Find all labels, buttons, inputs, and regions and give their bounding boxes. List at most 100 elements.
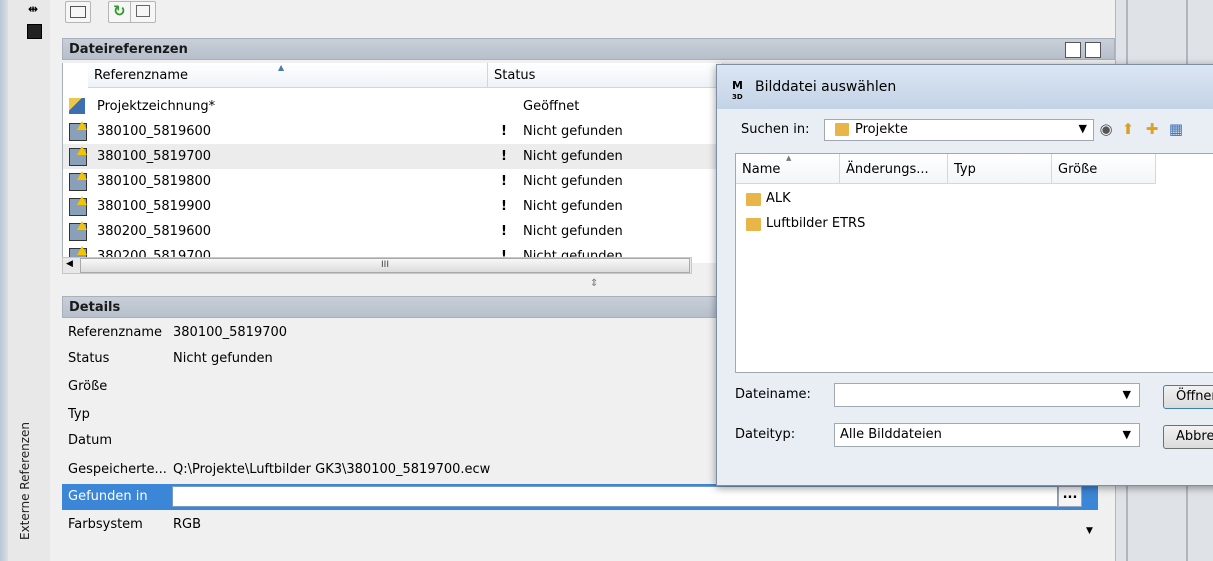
list-item[interactable]: 380100_5819900 ! Nicht gefunden <box>63 194 723 219</box>
folder-icon <box>746 193 761 206</box>
folder-icon <box>835 123 849 136</box>
detail-label: Referenzname <box>68 325 163 340</box>
splitter-handle-icon[interactable]: ⇕ <box>590 278 598 289</box>
back-icon[interactable]: ◉ <box>1097 120 1115 138</box>
column-label: Name <box>742 162 781 177</box>
list-item[interactable]: Projektzeichnung* Geöffnet <box>63 94 723 119</box>
view-menu-icon[interactable]: ▦ <box>1167 120 1185 138</box>
detail-value: Nicht gefunden <box>173 351 273 366</box>
scroll-grip: III <box>381 260 389 270</box>
column-header-name[interactable]: Name ▲ <box>736 154 840 184</box>
browse-button[interactable]: ... <box>1058 486 1082 507</box>
dropdown-arrow-icon[interactable]: ▼ <box>1086 518 1093 544</box>
cancel-button[interactable]: Abbrechen <box>1163 425 1213 449</box>
reference-name: 380200_5819600 <box>97 224 212 239</box>
dialog-titlebar[interactable]: M 3D Bilddatei auswählen <box>717 65 1213 109</box>
filetype-value: Alle Bilddateien <box>840 427 942 442</box>
reference-name: 380100_5819700 <box>97 149 212 164</box>
folder-name: Luftbilder ETRS <box>766 216 866 231</box>
reference-name: Projektzeichnung* <box>97 99 216 114</box>
dropdown-arrow-icon: ▼ <box>1122 388 1131 401</box>
palette-edge <box>0 0 8 561</box>
file-references-title: Dateireferenzen <box>69 42 188 57</box>
dialog-title: Bilddatei auswählen <box>755 79 897 95</box>
status-flag: ! <box>501 224 507 239</box>
reference-status: Nicht gefunden <box>523 174 623 189</box>
detail-label: Typ <box>68 407 90 422</box>
image-warning-icon <box>69 121 87 141</box>
column-label: Änderungs... <box>846 162 929 177</box>
palette-title-strip: ⇹ Externe Referenzen <box>0 0 51 561</box>
file-references-list: Referenzname ▲ Status Projektzeichnung* … <box>62 63 723 263</box>
file-list[interactable]: Name ▲ Änderungs... Typ Größe ALK Luftbi… <box>735 153 1213 373</box>
sort-arrow-icon: ▲ <box>278 63 285 72</box>
column-header-status[interactable]: Status <box>488 63 723 88</box>
list-item[interactable]: 380200_5819600 ! Nicht gefunden <box>63 219 723 244</box>
filetype-label: Dateityp: <box>735 427 796 442</box>
image-warning-icon <box>69 221 87 241</box>
look-in-label: Suchen in: <box>741 122 810 137</box>
reference-name: 380100_5819800 <box>97 174 212 189</box>
detail-label: Datum <box>68 433 112 448</box>
reference-status: Geöffnet <box>523 99 580 114</box>
detail-row-color-system[interactable]: Farbsystem RGB ▼ <box>62 512 1098 538</box>
status-flag: ! <box>501 124 507 139</box>
comment-icon <box>136 5 150 17</box>
dropdown-arrow-icon: ▼ <box>1078 122 1087 135</box>
open-button[interactable]: Öffnen <box>1163 385 1213 409</box>
filetype-select[interactable]: Alle Bilddateien ▼ <box>834 423 1140 447</box>
dropdown-arrow-icon: ▼ <box>1122 428 1131 441</box>
column-header-type[interactable]: Typ <box>948 154 1052 184</box>
list-view-icon[interactable] <box>1065 42 1081 58</box>
detail-value: RGB <box>173 517 202 532</box>
properties-icon[interactable] <box>27 24 42 39</box>
column-header-modified[interactable]: Änderungs... <box>840 154 948 184</box>
details-title: Details <box>69 300 121 315</box>
status-flag: ! <box>501 149 507 164</box>
list-item[interactable]: 380100_5819800 ! Nicht gefunden <box>63 169 723 194</box>
detail-label: Gefunden in <box>68 489 148 504</box>
file-references-header: Dateireferenzen <box>62 38 1115 60</box>
detail-row-found-in[interactable]: Gefunden in ... <box>62 484 1098 510</box>
reference-name: 380100_5819900 <box>97 199 212 214</box>
sort-arrow-icon: ▲ <box>786 154 792 162</box>
new-folder-icon[interactable]: ✚ <box>1143 120 1161 138</box>
reference-status: Nicht gefunden <box>523 199 623 214</box>
scrollbar-thumb[interactable]: III <box>80 258 690 273</box>
image-warning-icon <box>69 196 87 216</box>
reference-status: Nicht gefunden <box>523 149 623 164</box>
attach-dwg-button[interactable] <box>65 1 91 23</box>
column-header-size[interactable]: Größe <box>1052 154 1156 184</box>
palette-title: Externe Referenzen <box>18 421 32 540</box>
help-button[interactable] <box>130 1 156 23</box>
detail-label: Farbsystem <box>68 517 143 532</box>
column-status-label: Status <box>494 68 536 83</box>
look-in-select[interactable]: Projekte ▼ <box>824 119 1094 141</box>
column-header-name[interactable]: Referenzname ▲ <box>88 63 488 88</box>
refresh-icon: ↻ <box>113 2 126 20</box>
drawing-icon <box>69 98 85 114</box>
tree-view-icon[interactable] <box>1085 42 1101 58</box>
reference-status: Nicht gefunden <box>523 224 623 239</box>
image-warning-icon <box>69 146 87 166</box>
image-warning-icon <box>69 171 87 191</box>
found-in-input[interactable] <box>172 486 1058 507</box>
column-label: Größe <box>1058 162 1098 177</box>
attach-icon <box>70 6 86 18</box>
pin-icon[interactable]: ⇹ <box>28 2 38 16</box>
folder-icon <box>746 218 761 231</box>
up-folder-icon[interactable]: ⬆ <box>1119 120 1137 138</box>
list-item[interactable]: 380100_5819600 ! Nicht gefunden <box>63 119 723 144</box>
status-flag: ! <box>501 199 507 214</box>
filename-input[interactable]: ▼ <box>834 383 1140 407</box>
column-label: Typ <box>954 162 976 177</box>
column-name-label: Referenzname <box>94 68 189 83</box>
look-in-value: Projekte <box>855 122 908 137</box>
app-logo-icon: M 3D <box>732 79 743 101</box>
detail-label: Status <box>68 351 110 366</box>
filename-label: Dateiname: <box>735 387 811 402</box>
detail-value: Q:\Projekte\Luftbilder GK3\380100_581970… <box>173 462 491 477</box>
scroll-left-icon[interactable]: ◀ <box>66 259 73 269</box>
list-item[interactable]: 380100_5819700 ! Nicht gefunden <box>63 144 723 169</box>
detail-label: Gespeicherte... <box>68 462 167 477</box>
